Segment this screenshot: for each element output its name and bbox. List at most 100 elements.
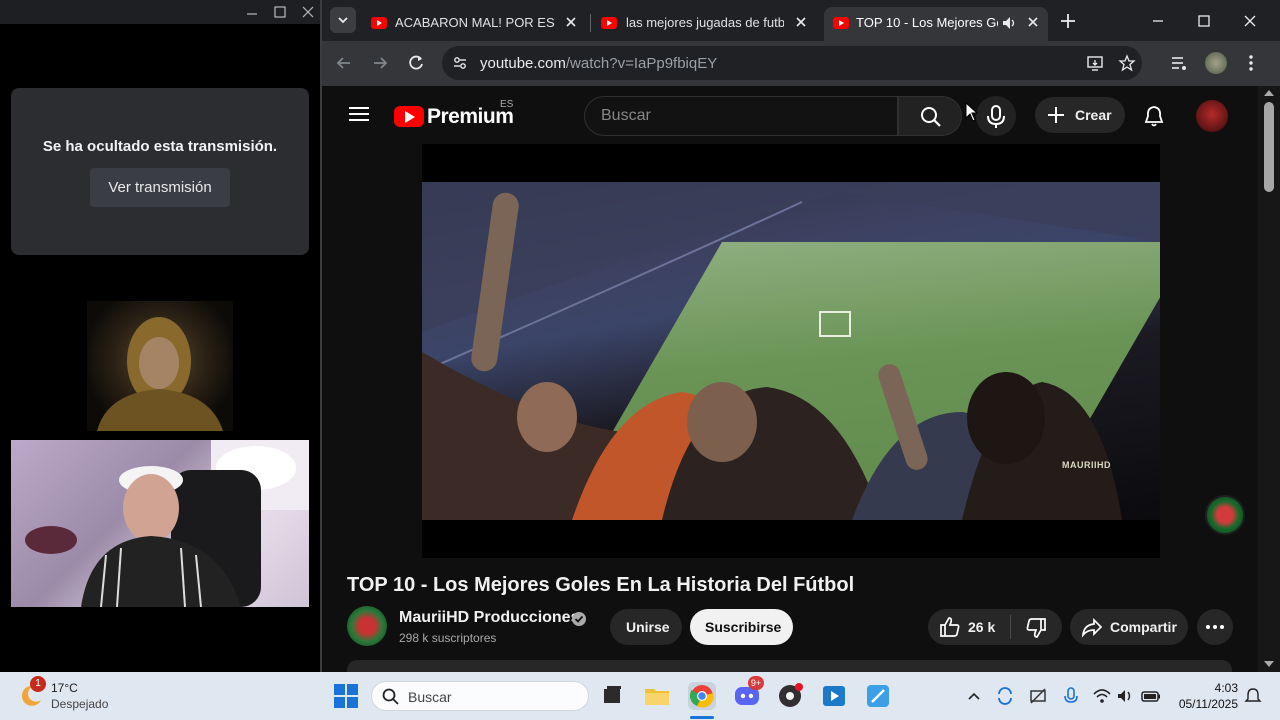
obs-taskbar-icon[interactable]: [776, 682, 804, 710]
youtube-favicon-icon: [371, 17, 387, 29]
address-bar[interactable]: youtube.com/watch?v=IaPp9fbiqEY: [442, 46, 1142, 80]
taskbar-search-placeholder: Buscar: [408, 689, 452, 705]
spectator-head-shape: [517, 382, 577, 452]
active-app-indicator: [690, 716, 714, 719]
thumbs-up-icon: [940, 617, 960, 637]
youtube-page: Premium ES Buscar Crear MAURIIHD TOP 10 …: [322, 86, 1258, 672]
app-tray-icon[interactable]: [1028, 686, 1048, 706]
stadium-scene-icon: [422, 182, 1160, 520]
verified-badge-icon: [572, 612, 586, 626]
hamburger-menu-icon[interactable]: [348, 105, 370, 123]
windows-start-icon[interactable]: [333, 683, 359, 709]
notifications-icon[interactable]: [1243, 686, 1263, 706]
scroll-down-icon[interactable]: [1263, 660, 1275, 668]
pill-divider: [1010, 615, 1011, 639]
more-actions-button[interactable]: [1197, 609, 1233, 645]
tab-mejores-jugadas[interactable]: las mejores jugadas de futbol: [592, 7, 822, 41]
taskbar-search-input[interactable]: Buscar: [371, 681, 589, 711]
close-window-icon[interactable]: [1240, 11, 1260, 31]
channel-branding-icon[interactable]: [1205, 495, 1245, 535]
tab-close-icon[interactable]: [1025, 14, 1041, 30]
notifications-bell-icon[interactable]: [1142, 104, 1166, 128]
back-icon[interactable]: [334, 53, 354, 73]
video-frame[interactable]: MAURIIHD: [422, 182, 1160, 520]
tab-title: las mejores jugadas de futbol: [626, 15, 784, 30]
tab-close-icon[interactable]: [563, 14, 579, 30]
channel-name[interactable]: MauriiHD Producciones: [399, 609, 579, 627]
create-button[interactable]: Crear: [1035, 97, 1125, 133]
search-button[interactable]: [898, 96, 962, 136]
mouse-cursor-icon: [965, 102, 979, 122]
search-icon: [382, 688, 399, 705]
chrome-window: ACABARON MAL! POR ESTE M las mejores jug…: [322, 0, 1280, 672]
file-explorer-icon[interactable]: [643, 682, 671, 710]
streamer-illustration-icon: [25, 440, 309, 607]
url-path: /watch?v=IaPp9fbiqEY: [565, 55, 718, 72]
maximize-icon[interactable]: [1194, 11, 1214, 31]
bookmark-star-icon[interactable]: [1118, 54, 1136, 72]
sync-tray-icon[interactable]: [995, 686, 1015, 706]
install-app-icon[interactable]: [1086, 54, 1104, 72]
view-stream-button[interactable]: Ver transmisión: [90, 168, 230, 207]
new-tab-icon[interactable]: [1058, 11, 1078, 31]
spectator-head-shape: [687, 382, 757, 462]
voice-search-button[interactable]: [976, 96, 1016, 136]
discord-badge: 9+: [748, 676, 764, 690]
profile-avatar[interactable]: [1205, 52, 1227, 74]
audio-playing-icon[interactable]: [1001, 15, 1017, 31]
channel-avatar[interactable]: [347, 606, 387, 646]
search-placeholder: Buscar: [601, 107, 651, 124]
minimize-icon[interactable]: [1148, 11, 1168, 31]
share-button[interactable]: Compartir: [1070, 609, 1188, 645]
weather-description[interactable]: Despejado: [51, 697, 108, 711]
task-view-icon[interactable]: [598, 682, 626, 710]
video-title: TOP 10 - Los Mejores Goles En La Histori…: [347, 574, 855, 596]
menu-dots-icon[interactable]: [1242, 53, 1260, 73]
video-watermark: MAURIIHD: [1062, 460, 1111, 470]
show-hidden-icons-icon[interactable]: [966, 688, 982, 704]
scrollbar-thumb[interactable]: [1264, 102, 1274, 192]
tab-close-icon[interactable]: [793, 14, 809, 30]
tab-acabaron[interactable]: ACABARON MAL! POR ESTE M: [362, 7, 590, 41]
description-box[interactable]: [347, 660, 1232, 672]
wifi-icon[interactable]: [1092, 686, 1112, 706]
browser-toolbar: youtube.com/watch?v=IaPp9fbiqEY: [322, 41, 1280, 86]
volume-icon[interactable]: [1116, 686, 1136, 706]
close-icon[interactable]: [299, 3, 317, 21]
discord-taskbar-icon[interactable]: 9+: [733, 676, 764, 710]
media-controls-icon[interactable]: [1170, 54, 1188, 72]
tab-separator: [590, 14, 591, 32]
tab-title: TOP 10 - Los Mejores Gole: [856, 15, 998, 30]
clock-time[interactable]: 4:03: [1160, 681, 1238, 695]
chrome-taskbar-icon[interactable]: [688, 682, 716, 710]
weather-temp[interactable]: 17°C: [51, 681, 78, 695]
discord-window: Se ha ocultado esta transmisión. Ver tra…: [0, 0, 320, 672]
youtube-premium-logo[interactable]: Premium ES: [394, 99, 524, 129]
tab-search-button[interactable]: [330, 7, 356, 33]
minimize-icon[interactable]: [243, 3, 261, 21]
windows-taskbar: 1 17°C Despejado Buscar 9+ 4:03 05/11/20…: [0, 672, 1280, 720]
video-player[interactable]: MAURIIHD: [422, 144, 1160, 558]
account-avatar[interactable]: [1196, 100, 1228, 132]
site-info-icon[interactable]: [452, 55, 468, 71]
battery-icon[interactable]: [1140, 686, 1162, 706]
clock-date[interactable]: 05/11/2025: [1160, 697, 1238, 711]
app-taskbar-icon[interactable]: [864, 682, 892, 710]
scroll-up-icon[interactable]: [1263, 89, 1275, 97]
webcam-feed-1[interactable]: [87, 301, 233, 431]
dislike-button[interactable]: [1024, 616, 1048, 640]
reload-icon[interactable]: [406, 53, 426, 73]
join-button[interactable]: Unirse: [610, 609, 682, 645]
maximize-icon[interactable]: [271, 3, 289, 21]
page-scrollbar[interactable]: [1258, 86, 1280, 672]
microphone-tray-icon[interactable]: [1061, 686, 1081, 706]
like-button[interactable]: [938, 615, 962, 639]
webcam-feed-2[interactable]: [11, 440, 309, 607]
streamlabs-taskbar-icon[interactable]: [820, 682, 848, 710]
weather-widget[interactable]: 1: [18, 676, 46, 708]
forward-icon[interactable]: [370, 53, 390, 73]
like-count: 26 k: [968, 619, 996, 635]
subscribe-button[interactable]: Suscribirse: [690, 609, 793, 645]
tab-top10-active[interactable]: TOP 10 - Los Mejores Gole: [824, 7, 1048, 41]
search-input[interactable]: Buscar: [584, 96, 898, 136]
